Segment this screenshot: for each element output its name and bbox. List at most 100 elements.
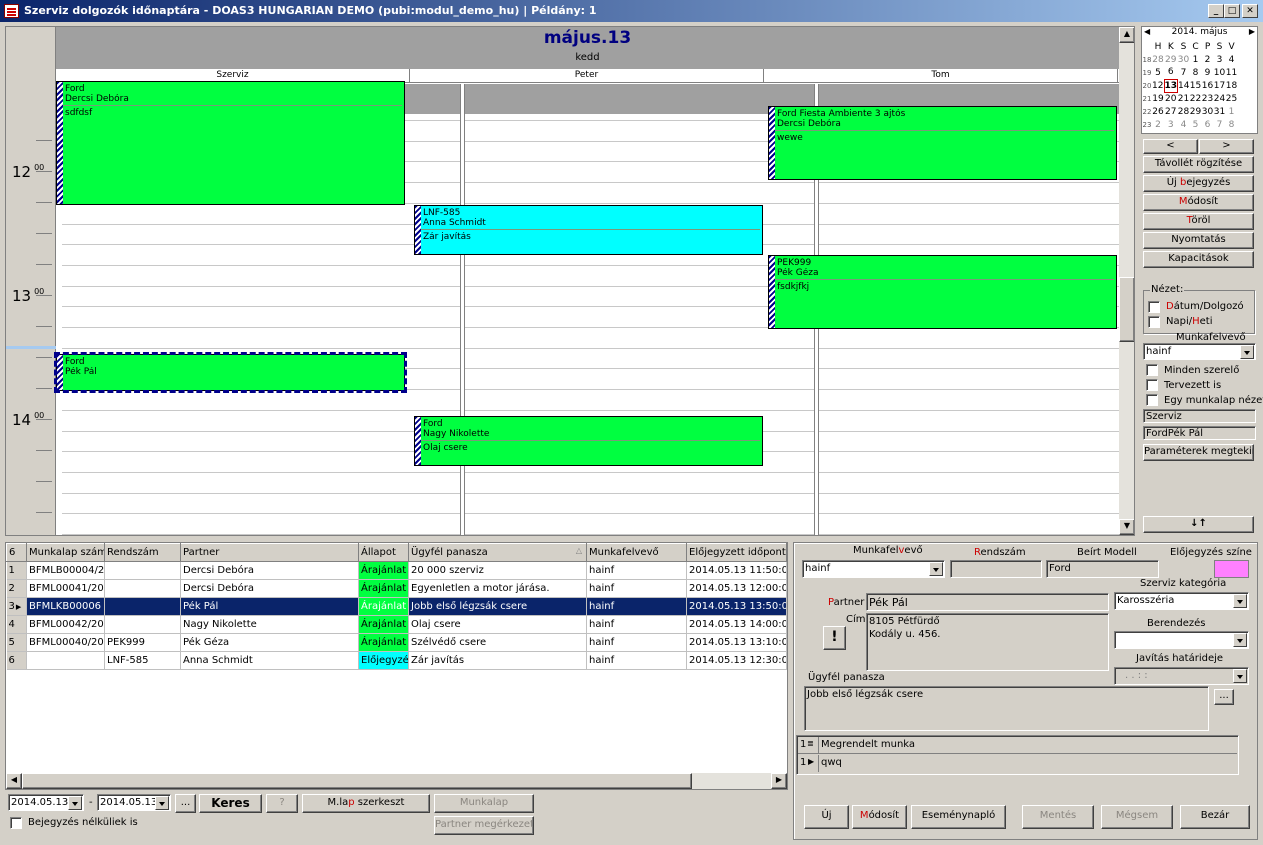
side-check-3[interactable] xyxy=(1146,394,1158,406)
dropdown-arrow-icon[interactable] xyxy=(68,796,82,810)
next-button[interactable]: > xyxy=(1199,139,1254,154)
detail-modell-input[interactable]: Ford xyxy=(1046,560,1159,578)
side-button-1[interactable]: Távollét rögzítése xyxy=(1143,156,1254,173)
help-button[interactable]: ? xyxy=(266,794,298,813)
appointment[interactable]: LNF-585 Anna Schmidt Zár javítás xyxy=(414,205,763,255)
table-row[interactable]: 5 BFML00040/20 PEK999 Pék Géza Árajánlat Szél… xyxy=(6,633,787,652)
dropdown-arrow-icon[interactable] xyxy=(1233,594,1247,608)
day-cell[interactable]: 1 xyxy=(1190,53,1202,66)
side-button-2[interactable]: Új bejegyzés xyxy=(1143,175,1254,192)
close-detail-button[interactable]: Bezár xyxy=(1180,805,1250,829)
mini-calendar[interactable]: ◀ 2014. május ▶ H K S C P S V 18 28 29 30 1 2 3 4 19 5 6 7… xyxy=(1141,26,1258,134)
column-header[interactable]: 6 xyxy=(6,543,27,562)
color-swatch[interactable] xyxy=(1214,560,1249,578)
maximize-button[interactable]: □ xyxy=(1224,4,1240,18)
day-cell[interactable]: 29 xyxy=(1190,105,1202,118)
column-header[interactable]: Ügyfél panasza △ xyxy=(408,543,587,562)
sort-button[interactable]: ↓↑ xyxy=(1143,516,1254,533)
view-daily-weekly-checkbox[interactable] xyxy=(1148,316,1160,328)
day-cell[interactable]: 16 xyxy=(1202,79,1214,92)
day-cell[interactable]: 11 xyxy=(1226,66,1238,79)
appointment[interactable]: Ford Pék Pál xyxy=(54,351,407,394)
ordered-work-list[interactable]: 1 ≣ Megrendelt munka 1 ▶ qwq xyxy=(796,735,1239,775)
day-cell[interactable]: 22 xyxy=(1190,92,1202,105)
save-button[interactable]: Mentés xyxy=(1022,805,1094,829)
appointment[interactable]: PEK999 Pék Géza fsdkjfkj xyxy=(768,254,1117,330)
panasz-more-button[interactable]: ... xyxy=(1214,689,1234,705)
day-cell[interactable]: 9 xyxy=(1202,66,1214,79)
next-month-icon[interactable]: ▶ xyxy=(1249,27,1255,36)
scroll-up-icon[interactable]: ▲ xyxy=(1119,27,1134,43)
column-header[interactable]: Rendszám xyxy=(104,543,181,562)
day-cell[interactable]: 8 xyxy=(1190,66,1202,79)
close-button[interactable]: ✕ xyxy=(1242,4,1258,18)
day-cell[interactable]: 12 xyxy=(1152,79,1164,92)
dropdown-arrow-icon[interactable] xyxy=(1233,669,1247,683)
column-header[interactable]: Partner xyxy=(180,543,359,562)
date-picker-button[interactable]: ... xyxy=(175,794,196,813)
calendar-scrollbar[interactable]: ▲ ▼ xyxy=(1119,27,1134,535)
day-cell[interactable]: 4 xyxy=(1178,118,1190,131)
side-button-4[interactable]: Töröl xyxy=(1143,213,1254,230)
date-from-input[interactable]: 2014.05.13 xyxy=(8,794,84,811)
day-cell[interactable]: 31 xyxy=(1214,105,1226,118)
day-cell[interactable]: 26 xyxy=(1152,105,1164,118)
side-check-1[interactable] xyxy=(1146,364,1158,376)
cancel-button[interactable]: Mégsem xyxy=(1101,805,1173,829)
day-cell[interactable]: 5 xyxy=(1190,118,1202,131)
date-to-input[interactable]: 2014.05.13 xyxy=(97,794,171,811)
alert-button[interactable]: ! xyxy=(823,626,846,650)
day-cell[interactable]: 8 xyxy=(1226,118,1238,131)
column-header[interactable]: Munkalap szám xyxy=(26,543,105,562)
day-cell[interactable]: 10 xyxy=(1214,66,1226,79)
table-row[interactable]: 1 BFMLB00004/2 Dercsi Debóra Árajánlat 20 00… xyxy=(6,561,787,580)
minimize-button[interactable]: _ xyxy=(1208,4,1224,18)
view-date-worker-checkbox[interactable] xyxy=(1148,301,1160,313)
day-cell[interactable]: 23 xyxy=(1202,92,1214,105)
day-cell[interactable]: 28 xyxy=(1178,105,1190,118)
day-cell[interactable]: 7 xyxy=(1214,118,1226,131)
side-munkafelvevo-select[interactable]: hainf xyxy=(1143,343,1256,360)
dropdown-arrow-icon[interactable] xyxy=(155,796,169,810)
modify-button[interactable]: Módosít xyxy=(852,805,907,829)
appointment[interactable]: Ford Nagy Nikolette Olaj csere xyxy=(414,415,763,466)
column-header[interactable]: Munkafelvevő xyxy=(586,543,687,562)
scroll-right-icon[interactable]: ▶ xyxy=(771,773,787,789)
dropdown-arrow-icon[interactable] xyxy=(1240,345,1254,359)
day-cell[interactable]: 15 xyxy=(1190,79,1202,92)
day-cell[interactable]: 6 xyxy=(1202,118,1214,131)
day-cell[interactable]: 5 xyxy=(1152,66,1164,79)
day-cell[interactable]: 25 xyxy=(1226,92,1238,105)
day-cell[interactable]: 30 xyxy=(1202,105,1214,118)
search-button[interactable]: Keres xyxy=(199,794,262,813)
prev-button[interactable]: < xyxy=(1143,139,1198,154)
table-row[interactable]: 6 LNF-585 Anna Schmidt Előjegyzé Zár javítás… xyxy=(6,651,787,670)
day-cell[interactable]: 19 xyxy=(1152,92,1164,105)
day-cell[interactable]: 3 xyxy=(1164,118,1178,131)
scroll-left-icon[interactable]: ◀ xyxy=(6,773,22,789)
day-cell[interactable]: 2 xyxy=(1202,53,1214,66)
detail-munkafelvevo-select[interactable]: hainf xyxy=(802,560,945,578)
day-cell[interactable]: 14 xyxy=(1178,79,1190,92)
appointment[interactable]: Ford Fiesta Ambiente 3 ajtós Dercsi Debór… xyxy=(768,105,1117,181)
table-row[interactable]: 3▶ BFMLKB00006 Pék Pál Árajánlat Jobb első l… xyxy=(6,597,787,616)
no-entry-checkbox[interactable] xyxy=(10,817,22,829)
side-button-5[interactable]: Nyomtatás xyxy=(1143,232,1254,249)
worksheet-table[interactable]: 6 Munkalap szám Rendszám Partner Állapot Ügyf… xyxy=(5,542,788,790)
scroll-down-icon[interactable]: ▼ xyxy=(1119,519,1134,535)
day-cell[interactable]: 3 xyxy=(1214,53,1226,66)
new-button[interactable]: Új xyxy=(804,805,849,829)
detail-hat-input[interactable]: . . : : xyxy=(1114,667,1249,685)
detail-kat-select[interactable]: Karosszéria xyxy=(1114,592,1249,610)
day-cell[interactable]: 30 xyxy=(1178,53,1190,66)
table-row[interactable]: 2 BFML00041/20 Dercsi Debóra Árajánlat Egyen… xyxy=(6,579,787,598)
detail-ber-select[interactable] xyxy=(1114,631,1249,649)
day-cell[interactable]: 6 xyxy=(1164,66,1178,79)
dropdown-arrow-icon[interactable] xyxy=(1233,633,1247,647)
table-hscrollbar[interactable]: ◀ ▶ xyxy=(6,773,787,789)
side-button-3[interactable]: Módosít xyxy=(1143,194,1254,211)
appointment[interactable]: Ford Dercsi Debóra sdfdsf xyxy=(56,81,405,206)
detail-cim-box[interactable]: 8105 Pétfürdő Kodály u. 456. xyxy=(866,613,1109,671)
day-cell[interactable]: 24 xyxy=(1214,92,1226,105)
day-cell[interactable]: 17 xyxy=(1214,79,1226,92)
